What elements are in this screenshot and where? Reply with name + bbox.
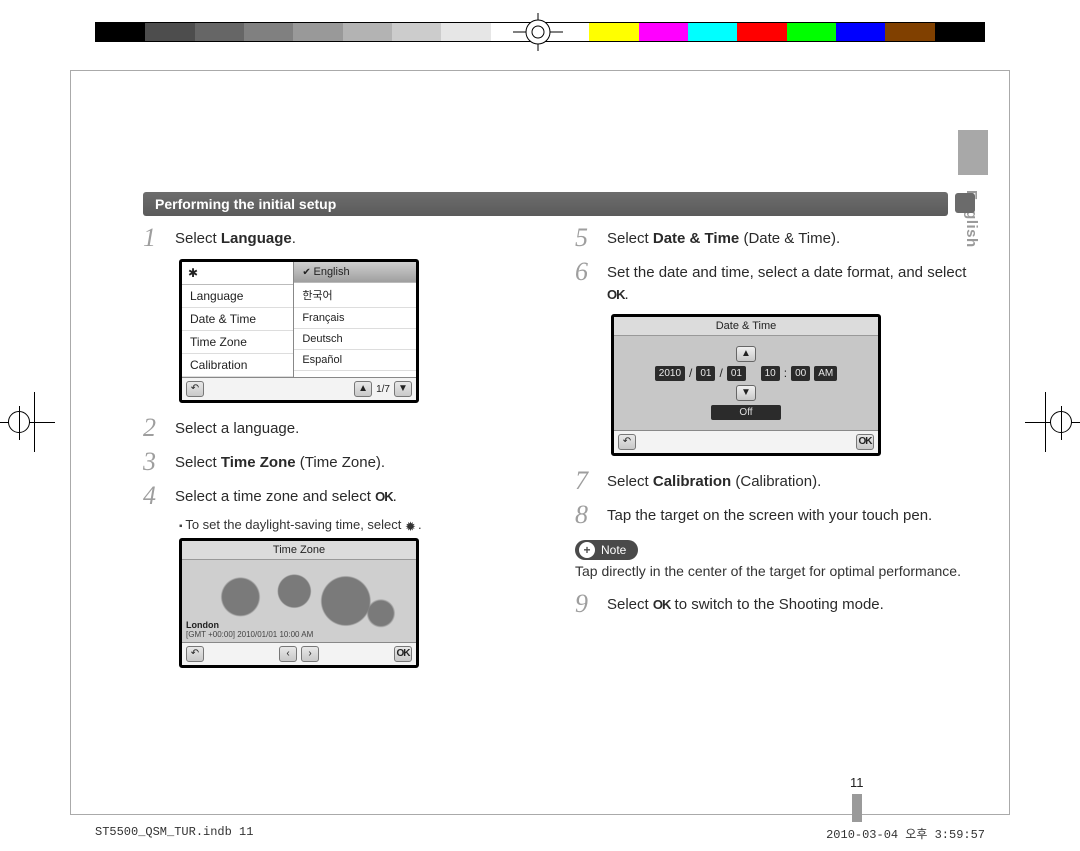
right-icon[interactable]: ›: [301, 646, 319, 662]
timezone-location: London[GMT +00:00] 2010/01/01 10:00 AM: [186, 621, 313, 640]
right-column: 5 Select Date & Time (Date & Time). 6 Se…: [575, 225, 985, 625]
screenshot-timezone: Time Zone London[GMT +00:00] 2010/01/01 …: [179, 538, 419, 668]
step-7: 7 Select Calibration (Calibration).: [575, 468, 985, 494]
language-option[interactable]: Deutsch: [294, 329, 416, 350]
step-number: 7: [575, 468, 607, 494]
step-text: Set the date and time, select a date for…: [607, 259, 985, 306]
section-header: Performing the initial setup: [143, 192, 948, 216]
registration-mark: [498, 13, 578, 51]
step-4-sub: To set the daylight-saving time, select …: [179, 517, 553, 532]
ok-icon: OK: [653, 596, 671, 615]
print-footer: ST5500_QSM_TUR.indb 11 2010-03-04 오후 3:5…: [95, 825, 985, 842]
header-marker: [955, 193, 975, 213]
step-text: Select OK to switch to the Shooting mode…: [607, 591, 884, 616]
screenshot-datetime: Date & Time ▲ 2010/ 01/ 01 10: 00 AM ▼ O…: [611, 314, 881, 456]
section-header-text: Performing the initial setup: [143, 196, 336, 212]
datetime-title: Date & Time: [614, 317, 878, 336]
step-text: Select Language.: [175, 225, 296, 250]
step-number: 5: [575, 225, 607, 251]
left-icon[interactable]: ‹: [279, 646, 297, 662]
step-text: Select Calibration (Calibration).: [607, 468, 821, 493]
ok-icon: OK: [375, 488, 393, 507]
ampm-field[interactable]: AM: [814, 366, 837, 381]
language-option[interactable]: Français: [294, 308, 416, 329]
dst-off[interactable]: Off: [711, 405, 781, 420]
step-4: 4 Select a time zone and select OK.: [143, 483, 553, 509]
step-number: 9: [575, 591, 607, 617]
step-text: Select Date & Time (Date & Time).: [607, 225, 840, 250]
back-icon[interactable]: ↶: [618, 434, 636, 450]
step-number: 6: [575, 259, 607, 285]
ok-button[interactable]: OK: [394, 646, 412, 662]
step-text: Select Time Zone (Time Zone).: [175, 449, 385, 474]
back-icon[interactable]: ↶: [186, 646, 204, 662]
month-field[interactable]: 01: [696, 366, 715, 381]
step-number: 3: [143, 449, 175, 475]
menu-item-language[interactable]: Language: [182, 285, 293, 308]
gear-icon: ✱: [182, 262, 293, 285]
step-number: 8: [575, 502, 607, 528]
note-badge: + Note: [575, 540, 638, 560]
ok-icon: OK: [607, 286, 625, 305]
screenshot-language-menu: ✱ Language Date & Time Time Zone Calibra…: [179, 259, 419, 403]
language-option-selected[interactable]: English: [294, 262, 416, 283]
up-icon[interactable]: ▲: [354, 381, 372, 397]
step-8: 8 Tap the target on the screen with your…: [575, 502, 985, 528]
step-number: 4: [143, 483, 175, 509]
step-text: Select a time zone and select OK.: [175, 483, 397, 508]
day-field[interactable]: 01: [727, 366, 746, 381]
side-color-bar: [958, 130, 988, 175]
page-number-bar: [852, 794, 862, 822]
left-column: 1 Select Language. ✱ Language Date & Tim…: [143, 225, 553, 680]
step-6: 6 Set the date and time, select a date f…: [575, 259, 985, 306]
step-9: 9 Select OK to switch to the Shooting mo…: [575, 591, 985, 617]
step-number: 1: [143, 225, 175, 251]
page-number: 11: [850, 775, 864, 822]
crop-mark-left: [0, 422, 55, 423]
minute-field[interactable]: 00: [791, 366, 810, 381]
down-icon[interactable]: ▼: [736, 385, 756, 401]
note-label: Note: [601, 543, 626, 557]
plus-icon: +: [579, 542, 595, 558]
year-field[interactable]: 2010: [655, 366, 685, 381]
back-icon[interactable]: ↶: [186, 381, 204, 397]
hour-field[interactable]: 10: [761, 366, 780, 381]
crop-mark-right: [1025, 422, 1080, 423]
world-map[interactable]: London[GMT +00:00] 2010/01/01 10:00 AM: [182, 560, 416, 642]
step-3: 3 Select Time Zone (Time Zone).: [143, 449, 553, 475]
step-5: 5 Select Date & Time (Date & Time).: [575, 225, 985, 251]
sun-icon: ✹: [405, 519, 418, 532]
footer-left: ST5500_QSM_TUR.indb 11: [95, 825, 253, 842]
step-1: 1 Select Language.: [143, 225, 553, 251]
pager-text: 1/7: [376, 384, 390, 395]
step-text: Select a language.: [175, 415, 299, 440]
ok-button[interactable]: OK: [856, 434, 874, 450]
menu-item-datetime[interactable]: Date & Time: [182, 308, 293, 331]
down-icon[interactable]: ▼: [394, 381, 412, 397]
timezone-title: Time Zone: [182, 541, 416, 560]
language-option[interactable]: 한국어: [294, 283, 416, 308]
menu-item-timezone[interactable]: Time Zone: [182, 331, 293, 354]
step-text: Tap the target on the screen with your t…: [607, 502, 932, 527]
step-number: 2: [143, 415, 175, 441]
footer-right: 2010-03-04 오후 3:59:57: [826, 825, 985, 842]
language-option[interactable]: Español: [294, 350, 416, 371]
up-icon[interactable]: ▲: [736, 346, 756, 362]
step-2: 2 Select a language.: [143, 415, 553, 441]
note-text: Tap directly in the center of the target…: [575, 563, 985, 579]
menu-item-calibration[interactable]: Calibration: [182, 354, 293, 377]
